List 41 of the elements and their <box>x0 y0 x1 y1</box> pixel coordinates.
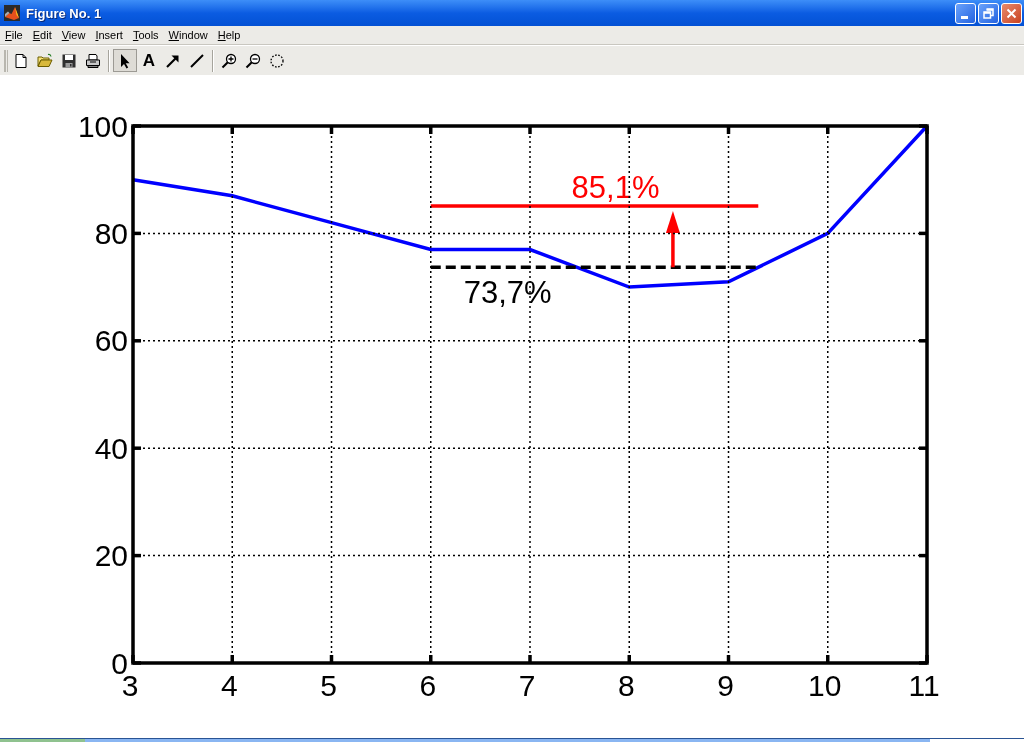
up-arrow <box>665 211 680 268</box>
menu-item[interactable]: Window <box>163 26 213 44</box>
menu-item[interactable]: Insert <box>90 26 128 44</box>
menu-item[interactable]: Help <box>212 26 246 44</box>
x-tick-label: 10 <box>808 669 842 702</box>
x-tick-label: 7 <box>518 669 536 702</box>
toolbar-grip <box>4 49 8 72</box>
select-tool-button[interactable] <box>113 49 137 72</box>
minimize-button[interactable] <box>955 2 976 24</box>
menu-item[interactable]: Edit <box>27 26 57 44</box>
x-tick-label: 5 <box>320 669 337 702</box>
menu-item[interactable]: Tools <box>127 26 164 44</box>
restore-button[interactable] <box>978 2 999 24</box>
x-tick-label: 8 <box>617 669 635 702</box>
y-tick-label: 20 <box>94 539 128 573</box>
new-document-icon <box>13 52 29 69</box>
menu-item[interactable]: View <box>56 26 91 44</box>
dotted-circle-icon <box>269 52 285 69</box>
x-tick-label: 6 <box>419 669 437 702</box>
x-tick-label: 4 <box>220 669 238 702</box>
zoom-out-icon <box>245 52 261 69</box>
window-title: Figure No. 1 <box>26 6 102 20</box>
y-tick-label: 40 <box>94 431 128 465</box>
x-tick-label: 11 <box>908 669 940 702</box>
printer-icon <box>85 52 101 69</box>
open-folder-icon <box>37 52 53 69</box>
close-icon <box>1006 7 1017 19</box>
close-button[interactable] <box>1001 2 1022 24</box>
app-logo-icon <box>4 5 20 21</box>
zoom-in-icon <box>221 52 237 69</box>
text-tool-button[interactable]: A <box>137 49 161 72</box>
y-tick-label: 100 <box>77 109 128 143</box>
line-label: 73,7% <box>463 275 552 311</box>
line-label: 85,1% <box>571 170 660 205</box>
minimize-icon <box>961 15 968 19</box>
restore-icon <box>983 7 994 19</box>
menu-item[interactable]: File <box>0 26 28 44</box>
y-tick-label: 60 <box>94 324 128 358</box>
y-tick-label: 80 <box>94 216 128 250</box>
x-tick-label: 9 <box>717 669 734 702</box>
diagonal-line-icon <box>189 52 205 69</box>
